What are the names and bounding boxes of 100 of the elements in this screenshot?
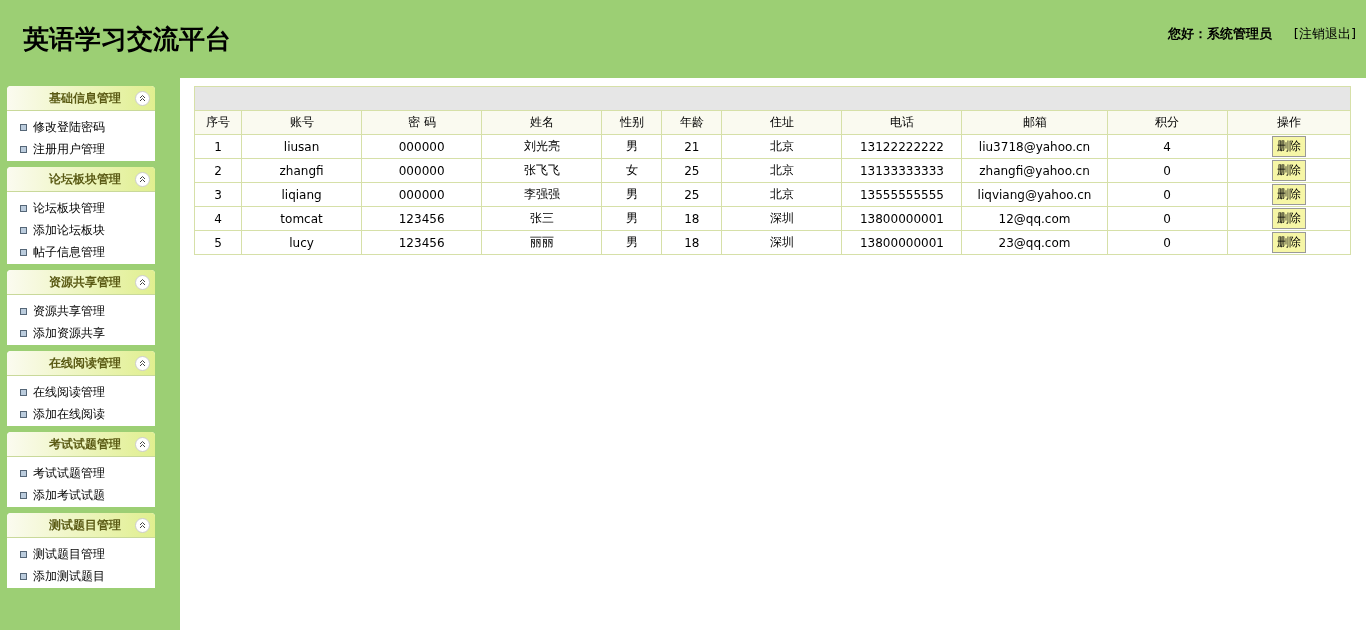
collapse-icon[interactable] — [135, 171, 150, 187]
column-header: 密 码 — [361, 110, 482, 135]
collapse-icon[interactable] — [135, 274, 150, 290]
bullet-icon — [20, 204, 27, 212]
table-cell: 21 — [661, 134, 722, 159]
collapse-icon[interactable] — [135, 436, 150, 452]
logout-link[interactable]: [注销退出] — [1293, 25, 1356, 43]
bullet-icon — [20, 123, 27, 131]
table-cell: 深圳 — [721, 230, 842, 255]
table-cell: tomcat — [241, 206, 362, 231]
menu-link[interactable]: 在线阅读管理 — [33, 383, 105, 401]
table-cell: 13800000001 — [841, 206, 962, 231]
bullet-icon — [20, 491, 27, 499]
collapse-icon[interactable] — [135, 517, 150, 533]
panel-header[interactable]: 论坛板块管理 — [7, 167, 155, 192]
panel-header[interactable]: 资源共享管理 — [7, 270, 155, 295]
table-cell: 男 — [601, 182, 662, 207]
menu-link[interactable]: 资源共享管理 — [33, 302, 105, 320]
table-cell: 18 — [661, 230, 722, 255]
menu-link[interactable]: 添加在线阅读 — [33, 405, 105, 423]
table-cell: 深圳 — [721, 206, 842, 231]
panel-header[interactable]: 考试试题管理 — [7, 432, 155, 457]
bullet-icon — [20, 388, 27, 396]
column-header: 操作 — [1227, 110, 1351, 135]
menu-link[interactable]: 添加测试题目 — [33, 567, 105, 585]
table-cell: 13122222222 — [841, 134, 962, 159]
table-cell: 4 — [1107, 134, 1228, 159]
column-header: 积分 — [1107, 110, 1228, 135]
table-cell: 000000 — [361, 158, 482, 183]
table-cell: 13555555555 — [841, 182, 962, 207]
bullet-icon — [20, 226, 27, 234]
panel-title: 基础信息管理 — [49, 89, 121, 107]
column-header: 住址 — [721, 110, 842, 135]
panel-title: 考试试题管理 — [49, 435, 121, 453]
table-cell: 18 — [661, 206, 722, 231]
panel-title: 资源共享管理 — [49, 273, 121, 291]
table-cell: liu3718@yahoo.cn — [962, 134, 1108, 159]
table-cell: 北京 — [721, 134, 842, 159]
panel-title: 在线阅读管理 — [49, 354, 121, 372]
table-cell: 25 — [661, 182, 722, 207]
table-cell: 丽丽 — [481, 230, 602, 255]
table-cell: 0 — [1107, 206, 1228, 231]
menu-link[interactable]: 添加考试试题 — [33, 486, 105, 504]
table-cell: 5 — [194, 230, 242, 255]
table-cell: 0 — [1107, 182, 1228, 207]
bullet-icon — [20, 329, 27, 337]
greeting-text: 您好：系统管理员 — [1167, 25, 1272, 43]
table-cell: 000000 — [361, 182, 482, 207]
table-cell: 0 — [1107, 230, 1228, 255]
table-cell: liqviang@yahoo.cn — [962, 182, 1108, 207]
table-cell: 张飞飞 — [481, 158, 602, 183]
table-cell: liusan — [241, 134, 362, 159]
table-cell: 23@qq.com — [962, 230, 1108, 255]
column-header: 邮箱 — [962, 110, 1108, 135]
table-cell: zhangfi — [241, 158, 362, 183]
column-header: 姓名 — [481, 110, 602, 135]
menu-link[interactable]: 添加论坛板块 — [33, 221, 105, 239]
table-cell: 25 — [661, 158, 722, 183]
bullet-icon — [20, 410, 27, 418]
column-header: 序号 — [194, 110, 242, 135]
table-cell: 13800000001 — [841, 230, 962, 255]
table-cell: 北京 — [721, 182, 842, 207]
table-cell: 0 — [1107, 158, 1228, 183]
table-cell: 3 — [194, 182, 242, 207]
table-cell: 男 — [601, 230, 662, 255]
menu-link[interactable]: 论坛板块管理 — [33, 199, 105, 217]
menu-link[interactable]: 测试题目管理 — [33, 545, 105, 563]
panel-header[interactable]: 基础信息管理 — [7, 86, 155, 111]
table-cell: 2 — [194, 158, 242, 183]
table-cell: lucy — [241, 230, 362, 255]
panel-header[interactable]: 测试题目管理 — [7, 513, 155, 538]
table-cell: 北京 — [721, 158, 842, 183]
delete-button[interactable]: 删除 — [1271, 232, 1306, 253]
delete-button[interactable]: 删除 — [1271, 208, 1306, 229]
bullet-icon — [20, 145, 27, 153]
bullet-icon — [20, 469, 27, 477]
table-cell: 000000 — [361, 134, 482, 159]
menu-link[interactable]: 帖子信息管理 — [33, 243, 105, 261]
menu-link[interactable]: 修改登陆密码 — [33, 118, 105, 136]
collapse-icon[interactable] — [135, 90, 150, 106]
delete-button[interactable]: 删除 — [1271, 136, 1306, 157]
panel-title: 论坛板块管理 — [49, 170, 121, 188]
column-header: 电话 — [841, 110, 962, 135]
table-cell: zhangfi@yahoo.cn — [962, 158, 1108, 183]
menu-link[interactable]: 注册用户管理 — [33, 140, 105, 158]
menu-link[interactable]: 添加资源共享 — [33, 324, 105, 342]
delete-button[interactable]: 删除 — [1271, 160, 1306, 181]
table-cell: 男 — [601, 134, 662, 159]
bullet-icon — [20, 572, 27, 580]
panel-header[interactable]: 在线阅读管理 — [7, 351, 155, 376]
site-title: 英语学习交流平台 — [23, 22, 231, 56]
table-cell: 123456 — [361, 206, 482, 231]
delete-button[interactable]: 删除 — [1271, 184, 1306, 205]
menu-link[interactable]: 考试试题管理 — [33, 464, 105, 482]
table-cell: 刘光亮 — [481, 134, 602, 159]
table-cell: 4 — [194, 206, 242, 231]
table-cell: 张三 — [481, 206, 602, 231]
bullet-icon — [20, 307, 27, 315]
table-cell: 1 — [194, 134, 242, 159]
collapse-icon[interactable] — [135, 355, 150, 371]
